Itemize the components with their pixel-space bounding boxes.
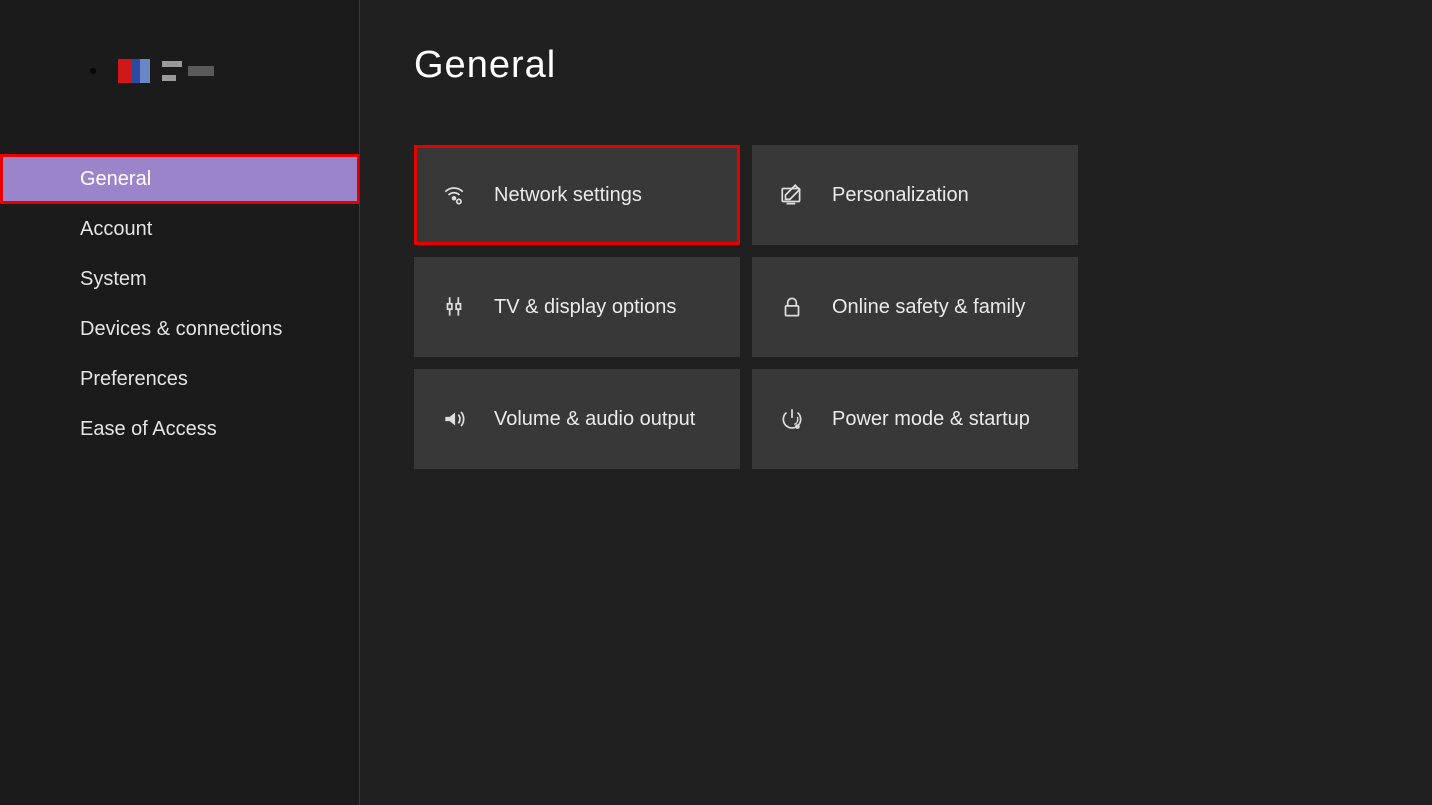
tile-volume-audio[interactable]: Volume & audio output <box>414 369 740 469</box>
network-icon <box>440 181 468 209</box>
avatar-picture <box>118 59 150 83</box>
tile-network-settings[interactable]: Network settings <box>414 145 740 245</box>
sidebar-item-ease-of-access[interactable]: Ease of Access <box>0 404 360 454</box>
power-icon <box>778 405 806 433</box>
display-icon <box>440 293 468 321</box>
tile-label: Personalization <box>832 184 969 207</box>
main-content: General Network settings Personalization… <box>360 0 1432 805</box>
sidebar-item-label: Preferences <box>80 368 188 391</box>
tile-grid: Network settings Personalization TV & di… <box>414 145 1432 469</box>
tile-tv-display[interactable]: TV & display options <box>414 257 740 357</box>
tile-label: Online safety & family <box>832 296 1025 319</box>
settings-app: General Account System Devices & connect… <box>0 0 1432 805</box>
sidebar-item-preferences[interactable]: Preferences <box>0 354 360 404</box>
tile-power-mode[interactable]: Power mode & startup <box>752 369 1078 469</box>
tile-label: Power mode & startup <box>832 408 1030 431</box>
tile-label: Volume & audio output <box>494 408 695 431</box>
sidebar-item-label: General <box>80 168 151 191</box>
volume-icon <box>440 405 468 433</box>
page-title: General <box>414 44 1432 87</box>
tile-online-safety[interactable]: Online safety & family <box>752 257 1078 357</box>
tile-personalization[interactable]: Personalization <box>752 145 1078 245</box>
lock-icon <box>778 293 806 321</box>
personalization-icon <box>778 181 806 209</box>
sidebar-nav: General Account System Devices & connect… <box>0 154 360 454</box>
sidebar-item-account[interactable]: Account <box>0 204 360 254</box>
sidebar-divider <box>359 0 360 805</box>
sidebar: General Account System Devices & connect… <box>0 0 360 805</box>
tile-label: TV & display options <box>494 296 676 319</box>
sidebar-item-label: Account <box>80 218 152 241</box>
gear-icon <box>80 58 106 84</box>
gamertag-redacted <box>162 61 214 81</box>
avatar <box>118 59 214 83</box>
sidebar-item-general[interactable]: General <box>0 154 360 204</box>
tile-label: Network settings <box>494 184 642 207</box>
sidebar-item-label: System <box>80 268 147 291</box>
sidebar-item-devices[interactable]: Devices & connections <box>0 304 360 354</box>
sidebar-item-system[interactable]: System <box>0 254 360 304</box>
sidebar-item-label: Devices & connections <box>80 318 282 341</box>
sidebar-header <box>0 0 360 84</box>
sidebar-item-label: Ease of Access <box>80 418 217 441</box>
